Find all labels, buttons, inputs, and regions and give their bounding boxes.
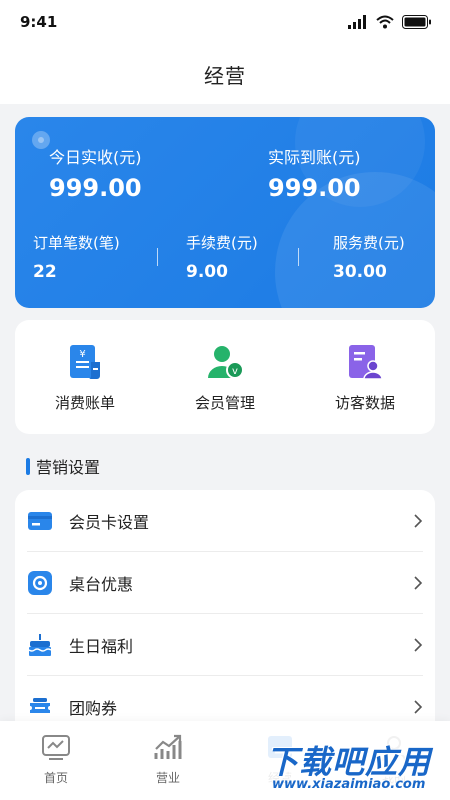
- list-item-label: 会员卡设置: [69, 512, 150, 532]
- actual-received-label: 实际到账(元): [268, 148, 361, 167]
- divider: [298, 248, 299, 266]
- section-title: 营销设置: [26, 454, 100, 478]
- list-item-label: 桌台优惠: [69, 574, 134, 594]
- home-icon: [42, 735, 70, 760]
- visitor-data-icon: [349, 344, 383, 380]
- business-chart-icon: [154, 734, 182, 759]
- list-item-table-discount[interactable]: 桌台优惠: [27, 552, 423, 614]
- status-bar: 9:41: [0, 0, 450, 44]
- chevron-right-icon: [414, 637, 423, 652]
- status-time: 9:41: [20, 13, 58, 31]
- group-coupon-icon: [30, 698, 50, 713]
- table-discount-icon: [28, 570, 52, 595]
- page-title: 经营: [204, 63, 246, 88]
- nav-bar: 经营: [0, 44, 450, 104]
- member-card-icon: [28, 511, 52, 530]
- signal-icon: [348, 15, 366, 29]
- tab-label: 首页: [43, 771, 68, 785]
- status-icons: [348, 15, 432, 29]
- wifi-icon: [376, 15, 394, 29]
- chevron-right-icon: [414, 513, 423, 528]
- quick-action-visitor-data[interactable]: 访客数据: [305, 342, 425, 413]
- watermark-url: www.xiazaimiao.com: [272, 777, 426, 792]
- chevron-right-icon: [414, 575, 423, 590]
- chevron-right-icon: [414, 700, 423, 714]
- section-title-text: 营销设置: [36, 458, 101, 477]
- quick-action-member[interactable]: v 会员管理: [165, 342, 285, 413]
- svg-text:v: v: [232, 366, 238, 377]
- quick-actions-card: ¥ 消费账单 v 会员管理 访客数据: [15, 320, 435, 434]
- today-income-value: 999.00: [49, 174, 142, 202]
- watermark: 下载吧应用 www.xiazaimiao.com: [258, 735, 450, 800]
- actual-received-value: 999.00: [268, 174, 361, 202]
- decorative-dot: [32, 131, 50, 149]
- list-item-member-card[interactable]: 会员卡设置: [27, 490, 423, 552]
- marketing-settings-list: 会员卡设置 桌台优惠 生日福利 团购券: [15, 490, 435, 750]
- orders-value: 22: [33, 262, 57, 282]
- quick-action-label: 访客数据: [334, 393, 395, 412]
- section-accent-bar: [26, 457, 30, 475]
- birthday-cake-icon: [28, 633, 52, 656]
- member-icon: v: [208, 345, 244, 379]
- orders-label: 订单笔数(笔): [33, 234, 120, 252]
- divider: [157, 248, 158, 266]
- list-item-birthday-benefit[interactable]: 生日福利: [27, 614, 423, 676]
- quick-action-label: 会员管理: [194, 393, 255, 412]
- service-fee-label: 服务费(元): [333, 234, 405, 252]
- quick-action-label: 消费账单: [54, 393, 115, 412]
- tab-label: 营业: [155, 771, 180, 785]
- svg-text:¥: ¥: [79, 349, 85, 360]
- handling-fee-value: 9.00: [186, 262, 228, 282]
- handling-fee-label: 手续费(元): [186, 234, 258, 252]
- service-fee-value: 30.00: [333, 262, 387, 282]
- revenue-summary-card: 今日实收(元) 999.00 实际到账(元) 999.00 订单笔数(笔) 22…: [15, 117, 435, 308]
- tab-business[interactable]: 营业: [138, 733, 198, 786]
- tab-home[interactable]: 首页: [26, 733, 86, 786]
- quick-action-bill[interactable]: ¥ 消费账单: [25, 342, 145, 413]
- list-item-label: 生日福利: [69, 636, 134, 656]
- bill-icon: ¥: [70, 344, 100, 379]
- battery-icon: [402, 15, 431, 29]
- list-item-label: 团购券: [69, 699, 118, 718]
- today-income-label: 今日实收(元): [49, 148, 142, 167]
